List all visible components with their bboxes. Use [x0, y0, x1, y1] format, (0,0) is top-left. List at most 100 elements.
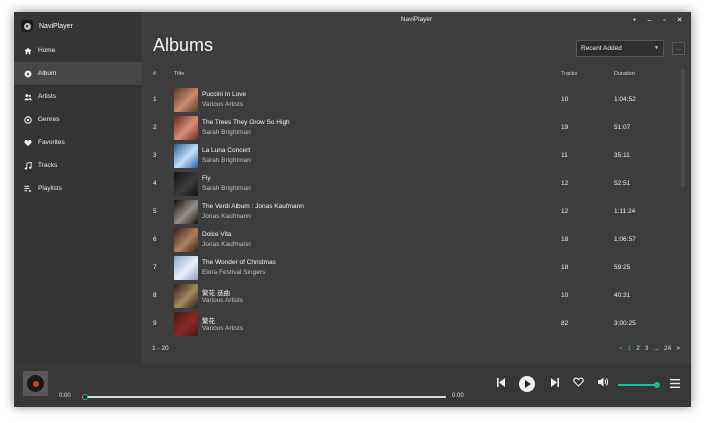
- table-row[interactable]: 5 The Verdi Album : Jonas Kaufmann Jonas…: [142, 198, 682, 226]
- album-duration: 1:06:57: [614, 236, 636, 243]
- album-duration: 1:04:52: [614, 96, 636, 103]
- table-row[interactable]: 4 Fly Sarah Brightman 12 52:51: [142, 170, 682, 198]
- table-row[interactable]: 1 Puccini In Love Various Artists 10 1:0…: [142, 86, 682, 114]
- sidebar-item-playlists[interactable]: Playlists: [14, 177, 142, 200]
- album-cover[interactable]: [174, 144, 198, 168]
- album-title[interactable]: The Wonder of Christmas: [202, 259, 276, 266]
- table-row[interactable]: 9 繁花 Various Artists 82 3:00:25: [142, 310, 682, 338]
- sort-select[interactable]: Recent Added ▼: [576, 40, 664, 57]
- sidebar-item-favorites[interactable]: Favorites: [14, 131, 142, 154]
- maximize-icon[interactable]: ▫: [657, 15, 672, 25]
- column-header-title[interactable]: Title: [174, 71, 184, 77]
- album-title[interactable]: The Trees They Grow So High: [202, 119, 290, 126]
- row-number: 6: [153, 236, 157, 243]
- table-row[interactable]: 6 Dolce Vita Jonas Kaufmann 18 1:06:57: [142, 226, 682, 254]
- next-track-button[interactable]: [551, 378, 559, 387]
- track-count: 82: [561, 320, 569, 327]
- album-artist[interactable]: Sarah Brightman: [202, 185, 251, 192]
- row-number: 4: [153, 180, 157, 187]
- album-artist[interactable]: Jonas Kaufmann: [202, 213, 251, 220]
- sidebar-item-label: Album: [38, 70, 57, 77]
- album-cover[interactable]: [174, 116, 198, 140]
- seek-handle[interactable]: [82, 394, 88, 400]
- sidebar-item-artists[interactable]: Artists: [14, 85, 142, 108]
- album-cover[interactable]: [174, 200, 198, 224]
- column-header-number[interactable]: #: [153, 71, 156, 77]
- sidebar-item-home[interactable]: Home: [14, 39, 142, 62]
- previous-track-button[interactable]: [497, 378, 505, 387]
- table-row[interactable]: 3 La Luna Concert Sarah Brightman 11 35:…: [142, 142, 682, 170]
- sidebar-item-album[interactable]: Album: [14, 62, 142, 85]
- table-row[interactable]: 2 The Trees They Grow So High Sarah Brig…: [142, 114, 682, 142]
- sidebar-item-label: Home: [38, 47, 56, 54]
- track-count: 18: [561, 236, 569, 243]
- page-ellipsis: ...: [653, 345, 659, 352]
- volume-handle[interactable]: [654, 382, 660, 388]
- album-artist[interactable]: Various Artists: [202, 325, 243, 332]
- album-artist[interactable]: Elora Festival Singers: [202, 269, 265, 276]
- column-header-duration[interactable]: Duration: [614, 71, 635, 77]
- volume-button[interactable]: [598, 377, 609, 387]
- album-cover[interactable]: [174, 256, 198, 280]
- app-logo-icon: [21, 20, 33, 32]
- pagination: < 1 2 3 ... 24 >: [614, 345, 680, 352]
- now-playing-cover[interactable]: [23, 371, 48, 396]
- album-cover[interactable]: [174, 284, 198, 308]
- page-button[interactable]: 2: [636, 345, 640, 352]
- table-row[interactable]: 7 The Wonder of Christmas Elora Festival…: [142, 254, 682, 282]
- album-artist[interactable]: Sarah Brightman: [202, 129, 251, 136]
- album-artist[interactable]: Various Artists: [202, 101, 243, 108]
- favorite-button[interactable]: [573, 377, 584, 387]
- album-cover[interactable]: [174, 88, 198, 112]
- album-title[interactable]: Fly: [202, 175, 211, 182]
- page-button[interactable]: 24: [664, 345, 671, 352]
- page-button[interactable]: 3: [645, 345, 649, 352]
- album-artist[interactable]: Various Artists: [202, 297, 243, 304]
- window-controls: • – ▫ ✕: [627, 15, 687, 25]
- album-title[interactable]: The Verdi Album : Jonas Kaufmann: [202, 203, 304, 210]
- artists-icon: [24, 93, 32, 101]
- app-name: NaviPlayer: [39, 22, 73, 30]
- page-button-current[interactable]: 1: [628, 345, 632, 352]
- album-title[interactable]: Puccini In Love: [202, 91, 246, 98]
- play-button[interactable]: [519, 376, 535, 392]
- column-header-tracks[interactable]: Tracks: [561, 71, 577, 77]
- row-number: 8: [153, 292, 157, 299]
- prev-page-button[interactable]: <: [619, 345, 623, 352]
- table-row[interactable]: 8 繁花·选曲 Various Artists 10 40:31: [142, 282, 682, 310]
- album-duration: 35:11: [614, 152, 630, 159]
- row-number: 1: [153, 96, 157, 103]
- sidebar-item-genres[interactable]: Genres: [14, 108, 142, 131]
- minimize-icon[interactable]: –: [642, 15, 657, 25]
- sidebar-item-tracks[interactable]: Tracks: [14, 154, 142, 177]
- album-artist[interactable]: Jonas Kaufmann: [202, 241, 251, 248]
- album-icon: [24, 70, 32, 78]
- album-cover[interactable]: [174, 228, 198, 252]
- vinyl-record-icon: [27, 375, 44, 392]
- volume-slider[interactable]: [618, 382, 660, 388]
- seek-bar[interactable]: [82, 394, 446, 400]
- main-content: NaviPlayer • – ▫ ✕ Albums Recent Added ▼…: [142, 12, 691, 363]
- album-artist[interactable]: Sarah Brightman: [202, 157, 251, 164]
- album-title[interactable]: Dolce Vita: [202, 231, 232, 238]
- album-duration: 3:00:25: [614, 320, 636, 327]
- album-cover[interactable]: [174, 172, 198, 196]
- table-header: # Title Tracks Duration: [142, 69, 682, 81]
- sidebar-item-label: Favorites: [38, 139, 65, 146]
- table-scrollbar[interactable]: [681, 69, 685, 187]
- album-duration: 1:11:24: [614, 208, 636, 215]
- track-count: 11: [561, 152, 568, 159]
- album-cover[interactable]: [174, 312, 198, 336]
- next-page-button[interactable]: >: [676, 345, 680, 352]
- track-count: 19: [561, 124, 569, 131]
- row-number: 3: [153, 152, 157, 159]
- album-title[interactable]: 繁花·选曲: [202, 287, 230, 297]
- more-options-button[interactable]: ...: [672, 42, 685, 55]
- skip-previous-icon: [497, 378, 505, 387]
- menu-dot-icon[interactable]: •: [627, 15, 642, 25]
- album-duration: 59:25: [614, 264, 631, 271]
- close-icon[interactable]: ✕: [672, 15, 687, 25]
- album-title[interactable]: La Luna Concert: [202, 147, 250, 154]
- queue-menu-button[interactable]: [670, 379, 680, 388]
- album-title[interactable]: 繁花: [202, 315, 215, 325]
